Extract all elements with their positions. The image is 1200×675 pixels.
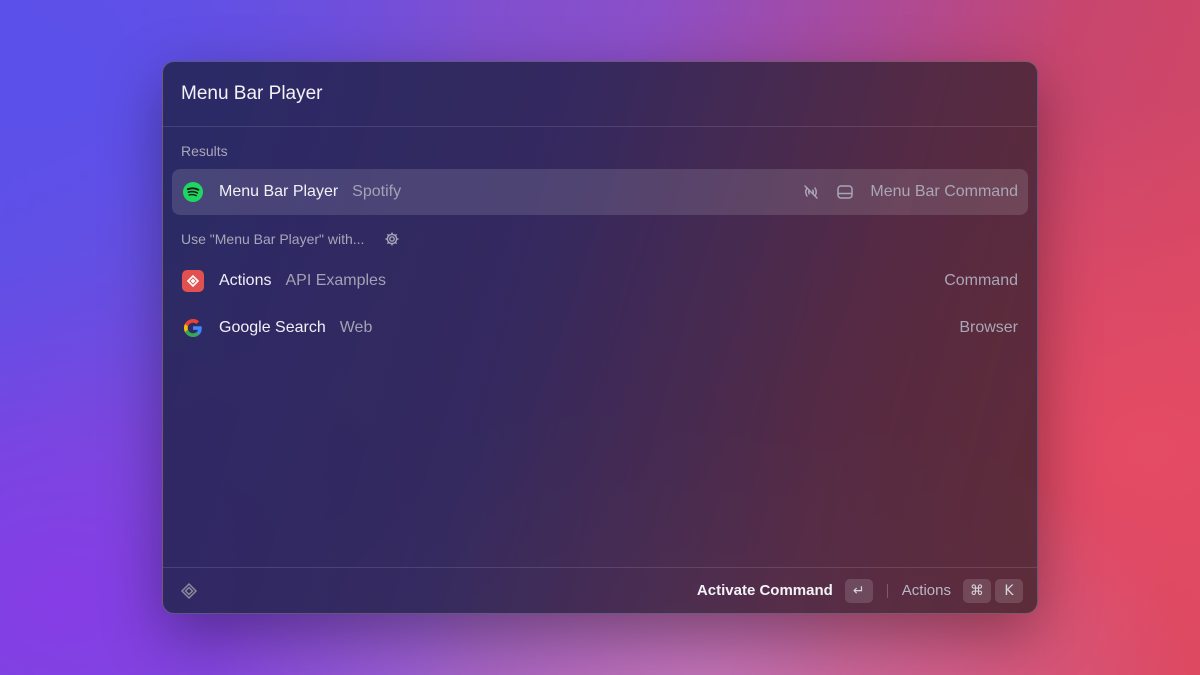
- item-subtitle: Web: [339, 319, 373, 336]
- item-accessory: Browser: [959, 319, 1018, 336]
- search-bar[interactable]: Menu Bar Player: [163, 62, 1037, 127]
- activate-command-button[interactable]: Activate Command: [697, 582, 833, 599]
- no-broadcast-icon: [802, 183, 820, 201]
- item-accessory: Command: [944, 272, 1018, 289]
- search-input[interactable]: Menu Bar Player: [181, 83, 323, 105]
- raycast-actions-icon: [182, 270, 204, 292]
- menu-bar-icon: [836, 183, 854, 201]
- footer-divider: [886, 583, 888, 598]
- list-item-google-search[interactable]: Google Search Web Browser: [172, 305, 1028, 351]
- k-key-hint: K: [995, 578, 1023, 603]
- gear-icon[interactable]: [384, 231, 400, 247]
- section-title-results: Results: [181, 143, 228, 159]
- item-subtitle: API Examples: [285, 272, 386, 289]
- item-title: Actions: [219, 272, 272, 289]
- section-title-fallback: Use "Menu Bar Player" with...: [181, 231, 400, 247]
- list-item-menu-bar-player[interactable]: Menu Bar Player Spotify Menu Bar Command: [172, 169, 1028, 215]
- item-subtitle: Spotify: [352, 183, 402, 200]
- return-key-hint: ↵: [844, 578, 873, 603]
- item-title: Google Search: [219, 319, 326, 336]
- raycast-logo-icon[interactable]: [179, 581, 199, 601]
- google-icon: [182, 317, 204, 339]
- fallback-title: Use "Menu Bar Player" with...: [181, 231, 365, 247]
- launcher-window: Menu Bar Player Results Menu Bar Player …: [162, 61, 1038, 614]
- list-item-actions[interactable]: Actions API Examples Command: [172, 258, 1028, 304]
- action-bar: Activate Command ↵ Actions ⌘ K: [163, 567, 1037, 613]
- item-title: Menu Bar Player: [219, 183, 339, 200]
- command-key-hint: ⌘: [963, 578, 991, 603]
- item-accessory: Menu Bar Command: [870, 183, 1018, 200]
- actions-button[interactable]: Actions: [902, 582, 951, 599]
- spotify-icon: [182, 181, 204, 203]
